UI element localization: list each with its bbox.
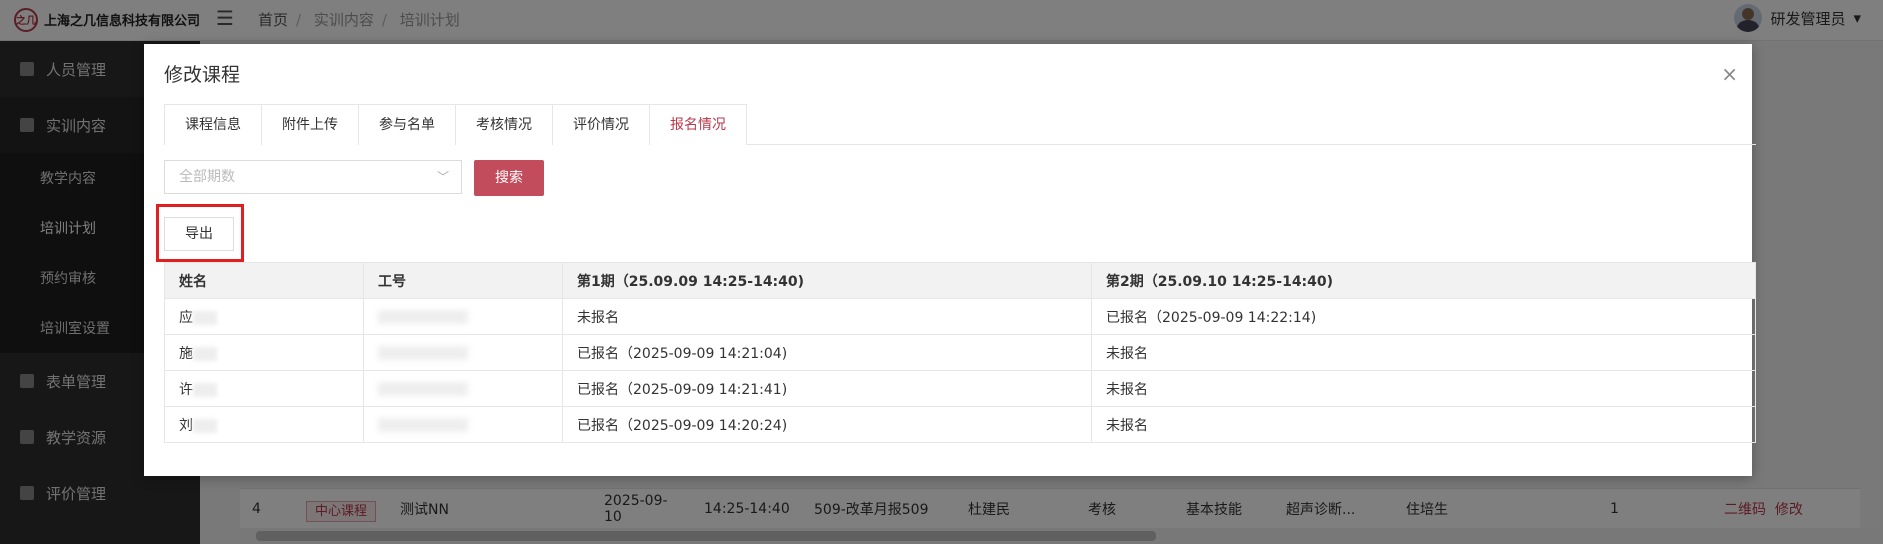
chevron-down-icon: ﹀: [436, 170, 449, 184]
tab-participants[interactable]: 参与名单: [358, 104, 456, 145]
table-row: 许 已报名（2025-09-09 14:21:41) 未报名: [164, 370, 1756, 407]
redacted: [193, 346, 217, 361]
tab-assessment[interactable]: 考核情况: [455, 104, 553, 145]
redacted: [193, 418, 217, 433]
redacted: [378, 417, 468, 432]
tab-course-info[interactable]: 课程信息: [164, 104, 262, 145]
edit-course-dialog: 修改课程 × 课程信息 附件上传 参与名单 考核情况 评价情况 报名情况 全部期…: [144, 44, 1756, 476]
redacted: [378, 381, 468, 396]
search-button[interactable]: 搜索: [474, 160, 544, 196]
table-row: 刘 已报名（2025-09-09 14:20:24) 未报名: [164, 406, 1756, 443]
col-name: 姓名: [164, 262, 364, 299]
tab-attachments[interactable]: 附件上传: [261, 104, 359, 145]
redacted: [193, 310, 217, 325]
close-icon[interactable]: ×: [1721, 62, 1738, 86]
export-button[interactable]: 导出: [164, 217, 234, 251]
registration-table: 姓名 工号 第1期（25.09.09 14:25-14:40) 第2期（25.0…: [164, 262, 1756, 443]
tab-bar: 课程信息 附件上传 参与名单 考核情况 评价情况 报名情况: [164, 104, 1756, 146]
redacted: [193, 382, 217, 397]
redacted: [378, 345, 468, 360]
tab-evaluation[interactable]: 评价情况: [552, 104, 650, 145]
tab-registration[interactable]: 报名情况: [649, 104, 747, 146]
redacted: [378, 309, 468, 324]
col-period-1: 第1期（25.09.09 14:25-14:40): [562, 262, 1092, 299]
period-select[interactable]: 全部期数 ﹀: [164, 160, 462, 194]
dialog-title: 修改课程: [164, 64, 241, 86]
table-row: 应 未报名 已报名（2025-09-09 14:22:14): [164, 298, 1756, 335]
period-select-placeholder: 全部期数: [179, 169, 235, 185]
col-id: 工号: [363, 262, 563, 299]
col-period-2: 第2期（25.09.10 14:25-14:40): [1091, 262, 1756, 299]
table-row: 施 已报名（2025-09-09 14:21:04) 未报名: [164, 334, 1756, 371]
